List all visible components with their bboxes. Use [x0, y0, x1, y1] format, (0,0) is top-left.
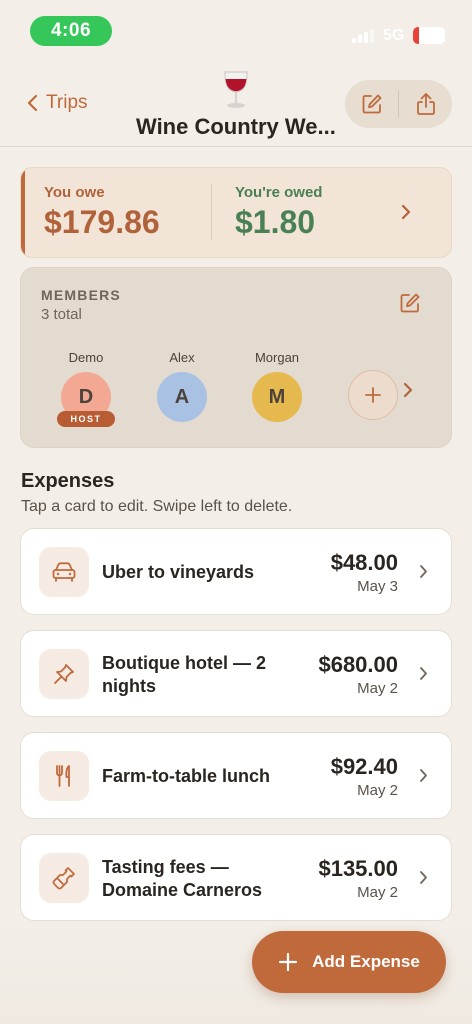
- trip-title: Wine Country We...: [136, 114, 336, 139]
- members-card: MEMBERS 3 total Demo D HOST Alex A Morga…: [20, 267, 452, 448]
- chevron-right-icon: [420, 871, 427, 884]
- battery-level: 19: [421, 28, 437, 43]
- expense-name: Farm-to-table lunch: [102, 766, 271, 786]
- expense-name: Uber to vineyards: [102, 562, 255, 582]
- expense-card[interactable]: Farm-to-table lunch $92.40 May 2: [20, 732, 452, 819]
- header-divider: [0, 146, 472, 147]
- member-name: Alex: [169, 350, 195, 365]
- expense-date: May 2: [357, 680, 398, 697]
- expense-name: Tasting fees — Domaine Carneros: [102, 857, 263, 900]
- chevron-right-icon: [420, 667, 427, 680]
- plus-icon: [365, 387, 381, 403]
- pin-icon: [39, 649, 89, 699]
- host-badge: HOST: [57, 411, 115, 427]
- chevron-right-icon: [420, 769, 427, 782]
- chevron-right-icon[interactable]: [403, 382, 413, 398]
- expense-card[interactable]: Boutique hotel — 2 nights $680.00 May 2: [20, 630, 452, 717]
- expense-amount: $680.00: [318, 652, 398, 677]
- fork-knife-icon: [39, 751, 89, 801]
- expense-card[interactable]: Uber to vineyards $48.00 May 3: [20, 528, 452, 615]
- chevron-right-icon: [420, 565, 427, 578]
- expense-date: May 2: [357, 884, 398, 901]
- avatar-initial: D: [78, 386, 94, 408]
- signal-icon: [352, 29, 374, 43]
- back-button[interactable]: Trips: [27, 92, 88, 114]
- chevron-left-icon: [27, 94, 38, 112]
- add-expense-label: Add Expense: [312, 952, 420, 971]
- edit-members-icon[interactable]: [399, 292, 421, 314]
- plus-icon: [279, 952, 298, 972]
- expense-date: May 2: [357, 782, 398, 799]
- you-are-owed-amount: $1.80: [235, 204, 316, 240]
- bottle-icon: [39, 853, 89, 903]
- expense-amount: $48.00: [330, 550, 398, 575]
- status-bar: 4:06 5G 19: [0, 0, 472, 60]
- avatar: M: [252, 372, 302, 422]
- member-morgan[interactable]: Morgan M: [242, 350, 312, 422]
- share-trip-button[interactable]: [399, 80, 452, 128]
- share-icon: [416, 93, 435, 115]
- avatar-initial: A: [174, 386, 190, 408]
- battery-icon: 19: [413, 27, 445, 44]
- you-owe-amount: $179.86: [44, 204, 160, 240]
- avatar-initial: M: [268, 386, 286, 408]
- status-time: 4:06: [30, 16, 112, 46]
- balance-divider: [211, 184, 212, 240]
- you-owe-label: You owe: [44, 184, 105, 201]
- network-type: 5G: [383, 27, 405, 44]
- you-are-owed-label: You're owed: [235, 184, 323, 201]
- expense-amount: $92.40: [330, 754, 398, 779]
- avatar: D HOST: [57, 372, 115, 427]
- add-expense-button[interactable]: Add Expense: [252, 931, 446, 993]
- chevron-right-icon: [401, 204, 411, 220]
- back-label: Trips: [46, 92, 88, 113]
- expenses-title: Expenses: [21, 470, 115, 492]
- expense-card[interactable]: Tasting fees — Domaine Carneros $135.00 …: [20, 834, 452, 921]
- wine-glass-icon: [224, 71, 248, 108]
- expense-amount: $135.00: [318, 856, 398, 881]
- expense-name: Boutique hotel — 2 nights: [102, 653, 266, 696]
- member-alex[interactable]: Alex A: [147, 350, 217, 422]
- members-count: 3 total: [41, 306, 82, 323]
- add-member-button[interactable]: [348, 370, 398, 420]
- car-icon: [39, 547, 89, 597]
- balance-accent-bar: [21, 168, 25, 257]
- member-name: Demo: [68, 350, 104, 365]
- balance-card[interactable]: You owe $179.86 You're owed $1.80: [20, 167, 452, 258]
- expenses-subtitle: Tap a card to edit. Swipe left to delete…: [21, 498, 293, 515]
- members-title: MEMBERS: [41, 287, 121, 303]
- member-demo[interactable]: Demo D HOST: [51, 350, 121, 427]
- expense-date: May 3: [357, 578, 398, 595]
- header-actions: [345, 80, 452, 128]
- avatar: A: [157, 372, 207, 422]
- member-name: Morgan: [254, 350, 300, 365]
- edit-icon: [362, 94, 381, 114]
- edit-trip-button[interactable]: [345, 80, 398, 128]
